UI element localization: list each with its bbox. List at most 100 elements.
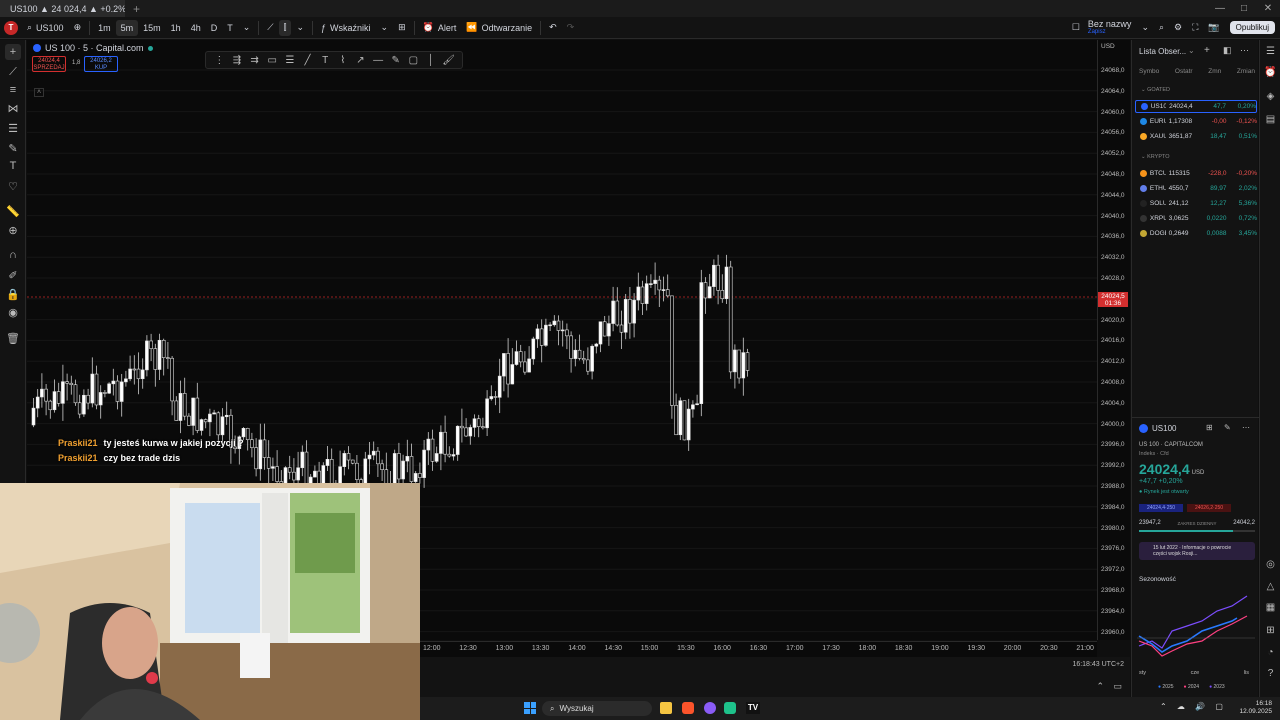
line-chart-icon[interactable]: ⟋ <box>262 17 278 39</box>
compare-icon[interactable]: ⊕ <box>69 17 87 39</box>
watchlist-row[interactable]: XAUUSD3651,87 18,47 0,51% <box>1135 130 1257 143</box>
heart-icon[interactable]: ♡ <box>5 178 21 194</box>
maximize-icon[interactable]: □ <box>1232 0 1256 17</box>
watchlist-row[interactable]: ETHUSD4550,7 89,97 2,02% <box>1135 182 1257 195</box>
interval-dropdown-icon[interactable]: ⌄ <box>238 17 256 39</box>
templates-icon[interactable]: ⌄ <box>376 17 394 39</box>
watchlist-row[interactable]: SOLUSD241,12 12,27 5,36% <box>1135 197 1257 210</box>
callout-icon[interactable]: ▢ <box>406 55 421 66</box>
brush-icon[interactable]: ✎ <box>5 140 21 156</box>
layers-icon[interactable]: ◈ <box>1264 91 1277 104</box>
settings-gear-icon[interactable]: ⚙ <box>1169 17 1187 39</box>
replay-button[interactable]: ⏪ Odtwarzanie <box>461 17 537 39</box>
candles-chart-icon[interactable]: ⫿ <box>278 19 292 36</box>
redo-icon[interactable]: ↷ <box>562 17 580 39</box>
watchlist-group-header[interactable]: ⌄ KRYPTO <box>1141 154 1170 160</box>
windows-start-icon[interactable] <box>524 702 536 714</box>
columns-icon[interactable]: ◧ <box>1223 45 1232 56</box>
minimize-icon[interactable]: — <box>1208 0 1232 17</box>
fib-levels-icon[interactable]: ☰ <box>283 55 298 66</box>
notes-icon[interactable]: ▤ <box>1264 114 1277 127</box>
timezone-clock[interactable]: 16:18:43 UTC+2 <box>1072 661 1124 668</box>
help-icon[interactable]: ? <box>1264 668 1277 681</box>
detail-symbol[interactable]: US100 <box>1152 424 1176 433</box>
watchlist-row[interactable]: XRPUSD3,0625 0,0220 0,72% <box>1135 212 1257 225</box>
sell-button[interactable]: 24024,4 SPRZEDAJ <box>32 56 66 72</box>
bid-box[interactable]: 24024,4·250 <box>1139 504 1183 512</box>
target-icon[interactable]: ◎ <box>1264 559 1277 572</box>
crosshair-icon[interactable]: + <box>5 44 21 60</box>
apps-grid-icon[interactable]: ⊞ <box>1264 625 1277 638</box>
new-tab-icon[interactable]: + <box>125 2 148 16</box>
chart-title[interactable]: US 100 · 5 · Capital.com <box>45 43 144 53</box>
taskbar-search[interactable]: ⌕ Wyszukaj <box>542 701 652 716</box>
discord-icon[interactable] <box>704 702 716 714</box>
horizontal-lines-icon[interactable]: ≡ <box>5 82 21 98</box>
undo-icon[interactable]: ↶ <box>544 17 562 39</box>
layouts-grid-icon[interactable]: ⊞ <box>393 17 411 39</box>
more-icon[interactable]: ⋯ <box>1242 423 1250 432</box>
tradingview-app-icon[interactable]: TV <box>746 702 760 714</box>
horizontal-line-icon[interactable]: — <box>371 55 386 66</box>
publish-button[interactable]: Opublikuj <box>1225 17 1280 39</box>
close-icon[interactable]: ✕ <box>1256 0 1280 17</box>
edit-icon[interactable]: ✎ <box>1224 423 1231 432</box>
trend-line-icon[interactable]: ⟋ <box>5 64 21 80</box>
col-symbol[interactable]: Symbo <box>1139 68 1159 75</box>
path-icon[interactable]: ⌇ <box>335 55 350 66</box>
avatar[interactable]: T <box>4 20 18 35</box>
taskbar-clock[interactable]: 16:18 12.09.2025 <box>1239 700 1272 716</box>
watchlist-dropdown-icon[interactable]: ⌄ <box>1188 46 1195 55</box>
grid-icon[interactable]: ⊞ <box>1206 423 1213 432</box>
maximize-panel-icon[interactable]: ▭ <box>1113 681 1122 692</box>
buy-button[interactable]: 24026,2 KUP <box>84 56 118 72</box>
pattern-icon[interactable]: ⋈ <box>5 100 21 116</box>
zoom-in-icon[interactable]: ⊕ <box>5 222 21 238</box>
app-icon[interactable] <box>724 702 736 714</box>
interval-1m[interactable]: 1m <box>93 17 116 39</box>
camera-icon[interactable]: 📷 <box>1203 17 1224 39</box>
ray-icon[interactable]: ↗ <box>353 55 368 66</box>
interval-1h[interactable]: 1h <box>166 17 186 39</box>
eye-icon[interactable]: ◉ <box>5 304 21 320</box>
layout-name-button[interactable]: ☐ Bez nazwy Zapisz <box>1067 17 1137 39</box>
magnet-icon[interactable]: ∩ <box>5 247 21 263</box>
vertical-line-icon[interactable]: │ <box>424 55 439 66</box>
file-explorer-icon[interactable] <box>660 702 672 714</box>
news-card[interactable]: 15 lut 2022 · Informacje o powrocie częś… <box>1139 542 1255 560</box>
parallel-channel-icon[interactable]: ⇶ <box>230 55 245 66</box>
watchlist-row[interactable]: DOGEUSD0,2649 0,0088 3,45% <box>1135 227 1257 240</box>
watchlist-icon[interactable]: ☰ <box>1264 46 1277 59</box>
collapse-legend-icon[interactable]: ˄ <box>34 88 44 97</box>
line-icon[interactable]: ╱ <box>300 55 315 66</box>
rectangle-icon[interactable]: ▭ <box>265 55 280 66</box>
more-icon[interactable]: ⋯ <box>1240 45 1249 56</box>
fib-icon[interactable]: ☰ <box>5 120 21 136</box>
watchlist-row[interactable]: EURUSD1,17308 -0,00 -0,12% <box>1135 115 1257 128</box>
interval-5m[interactable]: 5m <box>115 19 139 36</box>
watchlist-title[interactable]: Lista Obser... <box>1139 47 1186 56</box>
layout-dropdown-icon[interactable]: ⌄ <box>1136 17 1154 39</box>
col-change[interactable]: Zmn <box>1208 68 1221 75</box>
pencil-icon[interactable]: ✎ <box>388 55 403 66</box>
interval-15m[interactable]: 15m <box>138 17 166 39</box>
col-change-pct[interactable]: Zmian <box>1237 68 1255 75</box>
system-tray-icons[interactable]: ⌃ ☁ 🔊 ▢ <box>1160 702 1227 711</box>
interval-t[interactable]: T <box>222 17 238 39</box>
price-axis[interactable]: USD 24068,0 24064,0 24060,0 24056,0 24052,0 2… <box>1097 40 1130 640</box>
quick-search-icon[interactable]: ⌕ <box>1154 17 1169 39</box>
interval-4h[interactable]: 4h <box>186 17 206 39</box>
bell-icon[interactable]: ◔ <box>1264 647 1277 660</box>
text-icon[interactable]: T <box>5 158 21 174</box>
calendar-icon[interactable]: ▦ <box>1264 602 1277 615</box>
add-symbol-icon[interactable]: + <box>1204 45 1210 56</box>
ruler-icon[interactable]: 📏 <box>5 203 21 219</box>
text-tool-icon[interactable]: T <box>318 55 333 66</box>
alert-button[interactable]: ⏰ Alert <box>418 17 462 39</box>
watchlist-group-header[interactable]: ⌄ GOATED <box>1141 87 1170 93</box>
watchlist-row[interactable]: US10024024,4 47,7 0,20% <box>1135 100 1257 113</box>
chart-type-dropdown-icon[interactable]: ⌄ <box>291 17 309 39</box>
collapse-up-icon[interactable]: ⌃ <box>1096 681 1104 692</box>
browser-tab[interactable]: US100 ▲ 24 024,4 ▲ +0.2% / Bez n... <box>0 0 125 17</box>
time-axis[interactable]: 12:00 12:30 13:00 13:30 14:00 14:30 15:00 15:30… <box>420 641 1097 657</box>
